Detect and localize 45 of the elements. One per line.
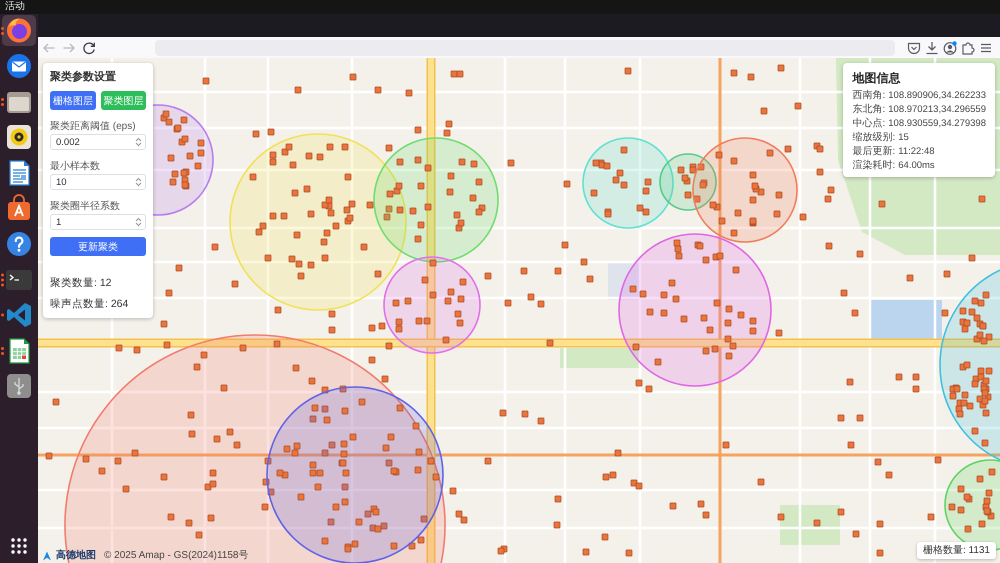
panel-title: 地图信息 — [852, 71, 902, 86]
shield-icon[interactable] — [907, 40, 921, 54]
info-label: 渲染耗时: — [852, 159, 896, 173]
stepper-icon[interactable] — [135, 137, 142, 147]
usb-drive-icon[interactable] — [5, 372, 33, 400]
browser-icon[interactable] — [2, 15, 36, 46]
info-value: 108.930559,34.279398 — [888, 117, 986, 131]
panel-title: 聚类参数设置 — [50, 70, 117, 84]
reload-icon[interactable] — [82, 40, 96, 54]
app-grid-icon[interactable] — [11, 538, 27, 554]
number-field[interactable]: 1 — [50, 214, 146, 230]
account-icon[interactable] — [943, 40, 957, 54]
puzzle-piece-icon[interactable] — [961, 40, 975, 54]
update-clusters-button[interactable]: 更新聚类 — [50, 237, 146, 256]
help-icon[interactable] — [5, 230, 33, 258]
map-logo-text: 高德地图 — [56, 550, 96, 562]
info-label: 中心点: — [852, 117, 886, 131]
number-field[interactable]: 10 — [50, 174, 146, 190]
info-label: 最后更新: — [852, 145, 896, 159]
field-label: 聚类圈半径系数 — [50, 200, 121, 213]
arrow-logo-icon — [42, 551, 52, 561]
info-value: 108.890906,34.262233 — [888, 89, 986, 103]
info-label: 缩放级别: — [852, 131, 896, 145]
download-icon[interactable] — [925, 40, 939, 54]
copyright-text: © 2025 Amap - GS(2024)1158号 — [104, 550, 248, 562]
shopping-bag-icon[interactable] — [5, 194, 33, 222]
speaker-icon[interactable] — [5, 123, 33, 152]
grid-count-label: 栅格数量: 1131 — [916, 542, 996, 559]
field-label: 聚类距离阈值 (eps) — [50, 120, 137, 133]
mail-icon[interactable] — [5, 52, 33, 80]
stepper-icon[interactable] — [135, 177, 142, 187]
activities-button[interactable]: 活动 — [5, 1, 25, 13]
code-editor-icon[interactable] — [5, 301, 33, 330]
stat-text: 噪声点数量: 264 — [50, 297, 130, 311]
info-label: 东北角: — [852, 103, 886, 117]
info-value: 108.970213,34.296559 — [888, 103, 986, 117]
info-value: 11:22:48 — [898, 145, 935, 159]
stepper-icon[interactable] — [135, 217, 142, 227]
info-value: 15 — [898, 131, 909, 145]
field-label: 最小样本数 — [50, 160, 101, 173]
info-value: 64.00ms — [898, 159, 935, 173]
info-label: 西南角: — [852, 89, 886, 103]
layer-button[interactable]: 栅格图层 — [50, 91, 96, 110]
number-field[interactable]: 0.002 — [50, 134, 146, 150]
stat-text: 聚类数量: 12 — [50, 276, 113, 290]
